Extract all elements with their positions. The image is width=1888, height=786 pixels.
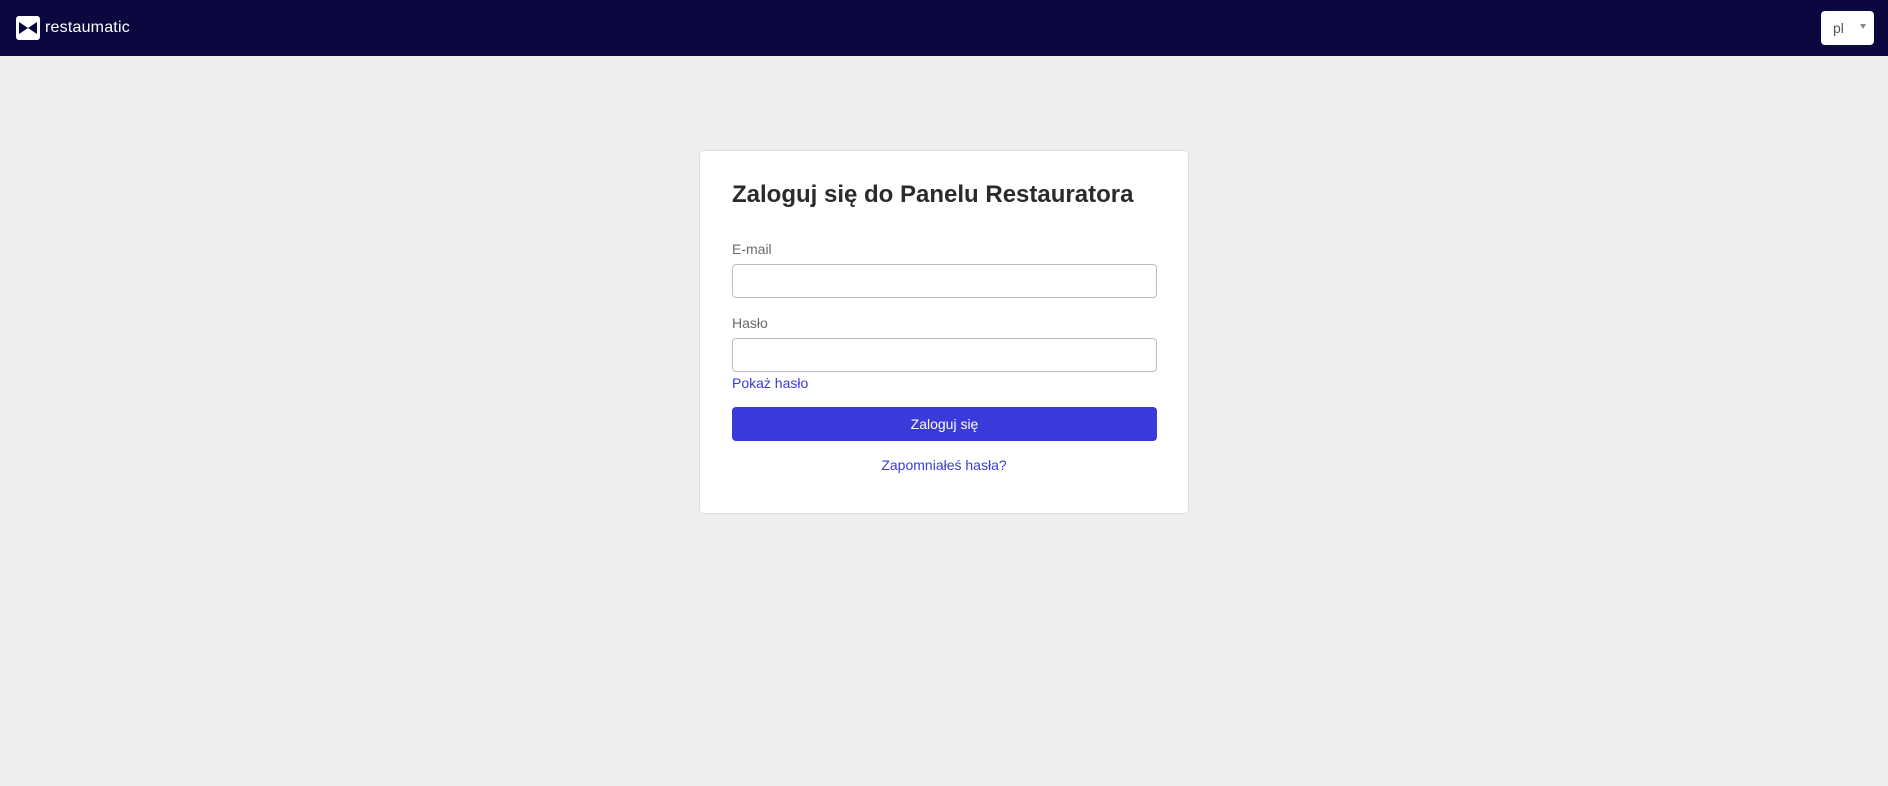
forgot-password-link[interactable]: Zapomniałeś hasła? bbox=[881, 457, 1006, 473]
caret-down-icon bbox=[1860, 24, 1866, 29]
top-navbar: restaumatic pl bbox=[0, 0, 1888, 56]
email-label: E-mail bbox=[732, 241, 772, 257]
login-button[interactable]: Zaloguj się bbox=[732, 407, 1157, 441]
language-select[interactable]: pl bbox=[1821, 11, 1874, 45]
login-card: Zaloguj się do Panelu Restauratora E-mai… bbox=[699, 150, 1189, 514]
email-field[interactable] bbox=[732, 264, 1157, 298]
show-password-link[interactable]: Pokaż hasło bbox=[732, 375, 808, 391]
language-select-value: pl bbox=[1833, 20, 1844, 36]
password-label: Hasło bbox=[732, 315, 768, 331]
forgot-password-row: Zapomniałeś hasła? bbox=[700, 457, 1188, 475]
login-title: Zaloguj się do Panelu Restauratora bbox=[732, 181, 1134, 208]
brand[interactable]: restaumatic bbox=[16, 16, 130, 40]
password-field[interactable] bbox=[732, 338, 1157, 372]
bow-tie-logo-icon bbox=[16, 16, 40, 40]
brand-name: restaumatic bbox=[45, 19, 130, 36]
